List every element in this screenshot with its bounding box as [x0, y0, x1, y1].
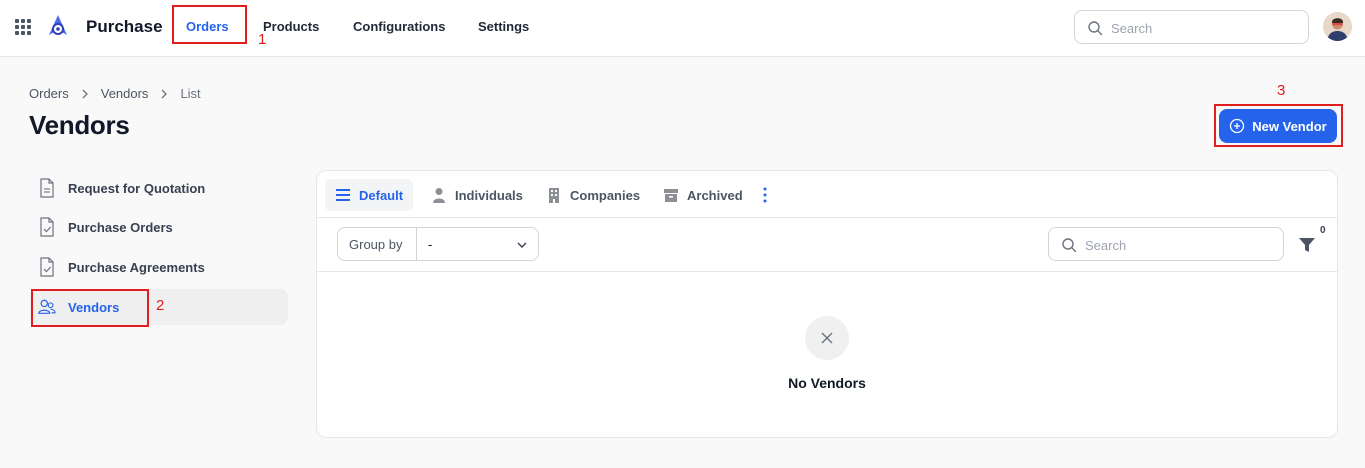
breadcrumb-list: List — [180, 86, 201, 101]
document-check-icon — [40, 257, 54, 277]
nav-settings[interactable]: Settings — [478, 19, 529, 34]
top-search-input[interactable] — [1111, 19, 1291, 37]
filter-toolbar: Group by - 0 — [317, 218, 1337, 272]
annotation-box-3 — [1214, 104, 1343, 147]
close-icon — [821, 332, 833, 344]
page-title: Vendors — [29, 110, 130, 140]
chevron-right-icon — [161, 89, 168, 98]
sidebar-item-label: Request for Quotation — [68, 180, 206, 196]
chevron-down-icon — [517, 242, 527, 248]
more-vertical-icon[interactable] — [757, 186, 773, 204]
group-by-select[interactable]: Group by - — [337, 227, 539, 261]
annotation-label-1: 1 — [258, 31, 267, 48]
empty-state-icon — [805, 316, 849, 360]
sidebar-item-purchase-agreements[interactable]: Purchase Agreements — [30, 249, 288, 285]
sidebar-item-label: Purchase Orders — [68, 219, 173, 235]
app-grid-icon[interactable] — [15, 19, 31, 35]
document-icon — [40, 178, 54, 198]
app-name: Purchase — [86, 17, 163, 36]
filter-icon[interactable] — [1297, 236, 1317, 254]
list-icon — [336, 189, 350, 201]
view-tabs: Default Individuals Companies Archived — [317, 171, 1337, 218]
breadcrumb: Orders Vendors List — [29, 86, 201, 101]
search-icon — [1062, 238, 1077, 253]
tab-label: Individuals — [455, 187, 523, 203]
list-search-box[interactable] — [1048, 227, 1284, 261]
tab-label: Companies — [570, 187, 641, 203]
user-icon — [433, 188, 445, 203]
sidebar-item-label: Purchase Agreements — [68, 259, 205, 275]
vendors-list-panel: Default Individuals Companies Archived G… — [316, 170, 1338, 438]
annotation-box-2 — [31, 289, 149, 327]
archive-icon — [664, 189, 678, 202]
annotation-label-3: 3 — [1277, 82, 1286, 99]
filter-count-badge: 0 — [1320, 225, 1326, 236]
list-search-input[interactable] — [1085, 236, 1265, 254]
breadcrumb-orders[interactable]: Orders — [29, 86, 69, 101]
tab-label: Archived — [687, 187, 743, 203]
top-search-box[interactable] — [1074, 10, 1309, 44]
empty-state-message: No Vendors — [788, 375, 866, 391]
avatar[interactable] — [1323, 12, 1352, 41]
annotation-box-1 — [172, 5, 247, 44]
tab-label: Default — [359, 187, 404, 203]
tab-individuals[interactable]: Individuals — [421, 179, 533, 211]
user-avatar-icon — [1323, 12, 1352, 41]
group-by-label: Group by — [338, 228, 417, 260]
app-logo-icon — [49, 15, 67, 35]
chevron-right-icon — [82, 89, 88, 98]
tab-default[interactable]: Default — [325, 179, 414, 211]
tab-companies[interactable]: Companies — [536, 179, 650, 211]
nav-configurations[interactable]: Configurations — [353, 19, 445, 34]
sidebar-item-rfq[interactable]: Request for Quotation — [30, 170, 288, 206]
building-icon — [549, 188, 559, 203]
annotation-label-2: 2 — [156, 297, 165, 314]
search-icon — [1088, 21, 1103, 36]
tab-archived[interactable]: Archived — [653, 179, 753, 211]
group-by-value: - — [428, 237, 433, 252]
sidebar-item-purchase-orders[interactable]: Purchase Orders — [30, 209, 288, 245]
document-check-icon — [40, 217, 54, 237]
breadcrumb-vendors[interactable]: Vendors — [101, 86, 149, 101]
nav-products[interactable]: Products — [263, 19, 319, 34]
